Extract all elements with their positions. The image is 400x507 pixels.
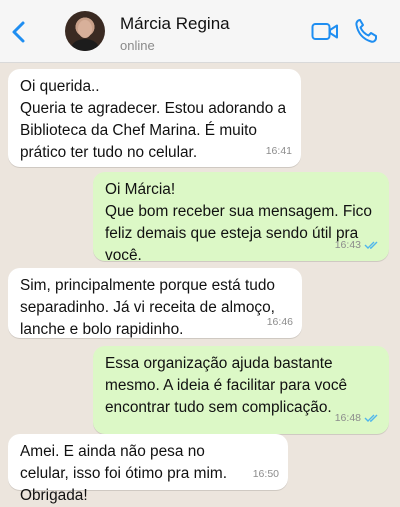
- contact-status: online: [120, 38, 155, 53]
- contact-name[interactable]: Márcia Regina: [120, 14, 230, 34]
- message-time: 16:41: [265, 145, 292, 157]
- message-meta: 16:43: [335, 234, 380, 256]
- avatar[interactable]: [65, 11, 105, 51]
- read-receipt-icon: [364, 414, 378, 422]
- message-text: Oi querida.. Queria te agradecer. Estou …: [20, 78, 287, 161]
- message-time: 16:48: [334, 412, 361, 424]
- message-time: 16:43: [334, 239, 361, 251]
- read-receipt-icon: [364, 241, 378, 249]
- message-time: 16:50: [252, 468, 279, 480]
- avatar-face: [78, 20, 92, 38]
- message-bubble-incoming[interactable]: Amei. E ainda não pesa no celular, isso …: [8, 434, 288, 504]
- chat-header: Márcia Regina online: [0, 0, 400, 63]
- phone-icon[interactable]: [354, 18, 378, 44]
- message-bubble-outgoing[interactable]: Essa organização ajuda bastante mesmo. A…: [93, 346, 389, 434]
- video-camera-icon[interactable]: [311, 21, 339, 43]
- message-bubble-incoming[interactable]: Sim, principalmente porque está tudo sep…: [8, 268, 302, 338]
- message-bubble-incoming[interactable]: Oi querida.. Queria te agradecer. Estou …: [8, 69, 301, 167]
- avatar-body: [71, 39, 99, 51]
- message-list[interactable]: Oi querida.. Queria te agradecer. Estou …: [0, 62, 400, 504]
- message-meta: 16:48: [335, 407, 380, 429]
- message-text: Amei. E ainda não pesa no celular, isso …: [20, 443, 227, 504]
- message-text: Sim, principalmente porque está tudo sep…: [20, 277, 275, 338]
- message-bubble-outgoing[interactable]: Oi Márcia! Que bom receber sua mensagem.…: [93, 172, 389, 264]
- message-time: 16:46: [266, 316, 293, 328]
- message-meta: 16:46: [267, 311, 293, 333]
- message-meta: 16:50: [253, 463, 279, 485]
- message-meta: 16:41: [266, 140, 292, 162]
- chevron-left-icon[interactable]: [8, 18, 32, 46]
